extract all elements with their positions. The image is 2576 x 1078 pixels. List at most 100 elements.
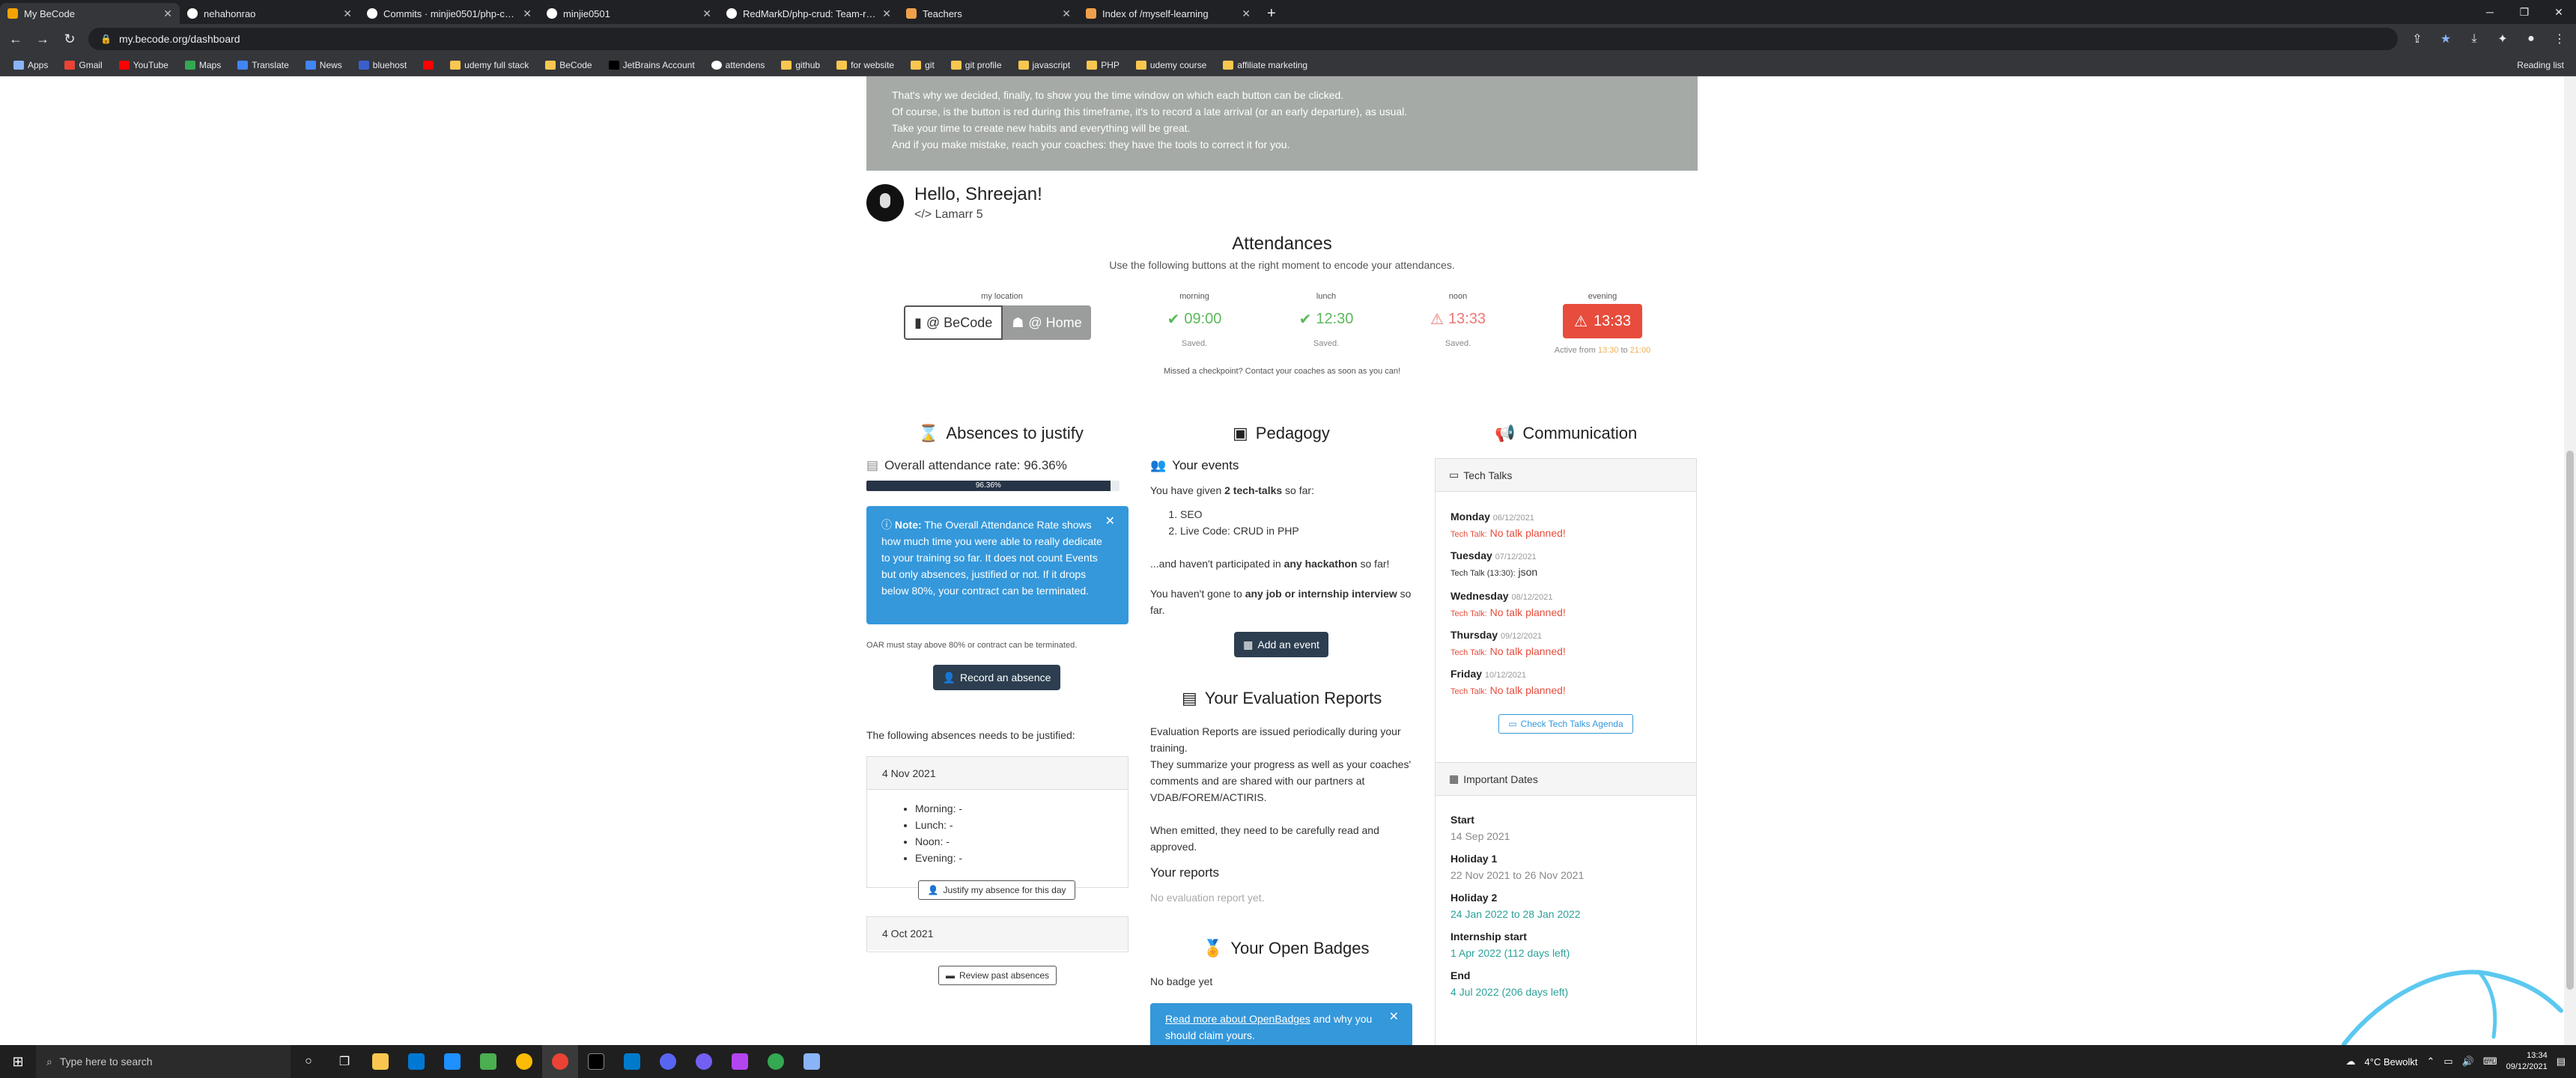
chrome-icon[interactable] [506,1045,542,1078]
discord-icon[interactable] [650,1045,686,1078]
store-icon[interactable] [398,1045,434,1078]
download-icon[interactable]: ⤓ [2465,32,2483,46]
close-icon[interactable]: ✕ [1389,1009,1399,1026]
bookmark-translate[interactable]: Translate [231,58,295,72]
add-event-button[interactable]: ▦ Add an event [1234,632,1328,657]
share-icon[interactable]: ⇪ [2408,31,2426,46]
page-scrollbar[interactable] [2564,76,2576,1045]
morning-button[interactable]: ✔ 09:00 [1153,310,1236,329]
bluehost-icon [358,60,369,70]
tab-close-icon[interactable]: ✕ [702,7,711,20]
tab-teachers[interactable]: Teachers ✕ [899,3,1078,24]
bookmark-git-profile[interactable]: git profile [945,58,1008,72]
reload-icon[interactable]: ↻ [61,31,78,47]
tab-index[interactable]: Index of /myself-learning ✕ [1078,3,1258,24]
bookmark-udemy-full-stack[interactable]: udemy full stack [444,58,535,72]
tab-close-icon[interactable]: ✕ [1242,7,1251,20]
file-explorer-icon[interactable] [362,1045,398,1078]
lunch-button[interactable]: ✔ 12:30 [1285,310,1367,329]
notifications-icon[interactable]: ▤ [2557,1056,2566,1068]
tab-title: Index of /myself-learning [1102,7,1209,19]
noon-button[interactable]: ⚠ 13:33 [1417,310,1499,329]
bookmark-affiliate-marketing[interactable]: affiliate marketing [1217,58,1313,72]
tab-redmarkd[interactable]: RedMarkD/php-crud: Team-rep... ✕ [719,3,899,24]
phpstorm-icon[interactable] [722,1045,758,1078]
new-tab-button[interactable]: + [1258,3,1285,24]
url-bar[interactable]: 🔒 my.becode.org/dashboard [88,28,2398,50]
lunch-status: Saved. [1313,339,1340,348]
minimize-icon[interactable]: ─ [2473,0,2507,24]
bookmark-git[interactable]: git [905,58,941,72]
home-location-button[interactable]: ☗ @ Home [1003,305,1091,340]
bookmark-becode[interactable]: BeCode [539,58,598,72]
bookmark-apps[interactable]: Apps [7,58,54,72]
list-item: Evening: - [915,850,1128,866]
profile-icon[interactable]: ● [2522,32,2540,46]
keyboard-icon[interactable]: ⌨ [2483,1056,2497,1068]
star-icon[interactable]: ★ [2437,31,2455,46]
mail-icon[interactable] [434,1045,470,1078]
terminal-icon[interactable] [578,1045,614,1078]
absence-card[interactable]: 4 Oct 2021 [866,916,1128,952]
viber-icon[interactable] [686,1045,722,1078]
taskbar-search[interactable]: ⌕ Type here to search [36,1045,291,1078]
bookmark-javascript[interactable]: javascript [1012,58,1077,72]
chrome-2-icon[interactable] [758,1045,794,1078]
lock-icon[interactable]: 🔒 [100,34,112,44]
tab-close-icon[interactable]: ✕ [882,7,891,20]
weather-text[interactable]: 4°C Bewolkt [2365,1056,2418,1068]
bookmark-maps[interactable]: Maps [179,58,227,72]
bookmark-github[interactable]: github [775,58,826,72]
bookmark-attendens[interactable]: attendens [705,58,771,72]
bookmark-youtube[interactable]: YouTube [113,58,174,72]
bookmark-gmail[interactable]: Gmail [58,58,108,72]
bookmark-for-website[interactable]: for website [830,58,900,72]
task-view-icon[interactable]: ❐ [326,1045,362,1078]
close-icon[interactable]: ✕ [1105,514,1115,530]
tab-close-icon[interactable]: ✕ [163,7,172,20]
attendances-description: Use the following buttons at the right m… [1109,259,1455,271]
app-2-icon[interactable] [794,1045,830,1078]
windows-start-icon[interactable]: ⊞ [0,1045,36,1078]
tab-close-icon[interactable]: ✕ [1062,7,1071,20]
becode-location-button[interactable]: ▮ @ BeCode [904,305,1003,340]
record-absence-button[interactable]: 👤 Record an absence [933,665,1060,690]
clock[interactable]: 13:34 09/12/2021 [2506,1050,2548,1073]
network-icon[interactable]: ▭ [2443,1056,2452,1068]
tray-chevron-icon[interactable]: ⌃ [2426,1056,2434,1068]
volume-icon[interactable]: 🔊 [2462,1056,2474,1068]
chrome-active-icon[interactable] [542,1045,578,1078]
bookmark-php[interactable]: PHP [1081,58,1126,72]
tab-nehahonrao[interactable]: nehahonrao ✕ [180,3,359,24]
tab-close-icon[interactable]: ✕ [343,7,352,20]
app-icon[interactable] [470,1045,506,1078]
check-tech-talks-agenda-button[interactable]: ▭ Check Tech Talks Agenda [1498,714,1633,734]
forward-icon[interactable]: → [34,31,51,47]
justify-absence-button[interactable]: 👤 Justify my absence for this day [918,880,1075,900]
menu-icon[interactable]: ⋮ [2551,31,2569,46]
vscode-icon[interactable] [614,1045,650,1078]
cortana-icon[interactable]: ○ [291,1045,326,1078]
jetbrains-icon [608,60,619,70]
day-friday: Friday 10/12/2021 Tech Talk: No talk pla… [1450,668,1566,696]
tab-my-becode[interactable]: My BeCode ✕ [0,3,180,24]
scrollbar-thumb[interactable] [2566,451,2574,990]
weather-icon: ☁ [2345,1056,2356,1067]
tab-close-icon[interactable]: ✕ [523,7,532,20]
review-past-absences-button[interactable]: ▬ Review past absences [938,966,1057,985]
openbadges-link[interactable]: Read more about OpenBadges [1165,1013,1310,1025]
back-icon[interactable]: ← [7,31,24,47]
maximize-icon[interactable]: ❐ [2507,0,2542,24]
bookmark-jetbrains[interactable]: JetBrains Account [603,58,701,72]
tab-commits[interactable]: Commits · minjie0501/php-crud ✕ [359,3,539,24]
reading-list-button[interactable]: Reading list [2517,60,2569,70]
bookmark-youtube-2[interactable] [417,59,440,71]
tab-minjie0501[interactable]: minjie0501 ✕ [539,3,719,24]
bookmark-bluehost[interactable]: bluehost [353,58,413,72]
extension-icon[interactable]: ✦ [2494,31,2512,46]
bookmark-udemy-course[interactable]: udemy course [1130,58,1212,72]
translate-icon [237,60,249,70]
evening-button[interactable]: ⚠ 13:33 [1563,304,1642,338]
bookmark-news[interactable]: News [300,58,348,72]
close-window-icon[interactable]: ✕ [2542,0,2576,24]
